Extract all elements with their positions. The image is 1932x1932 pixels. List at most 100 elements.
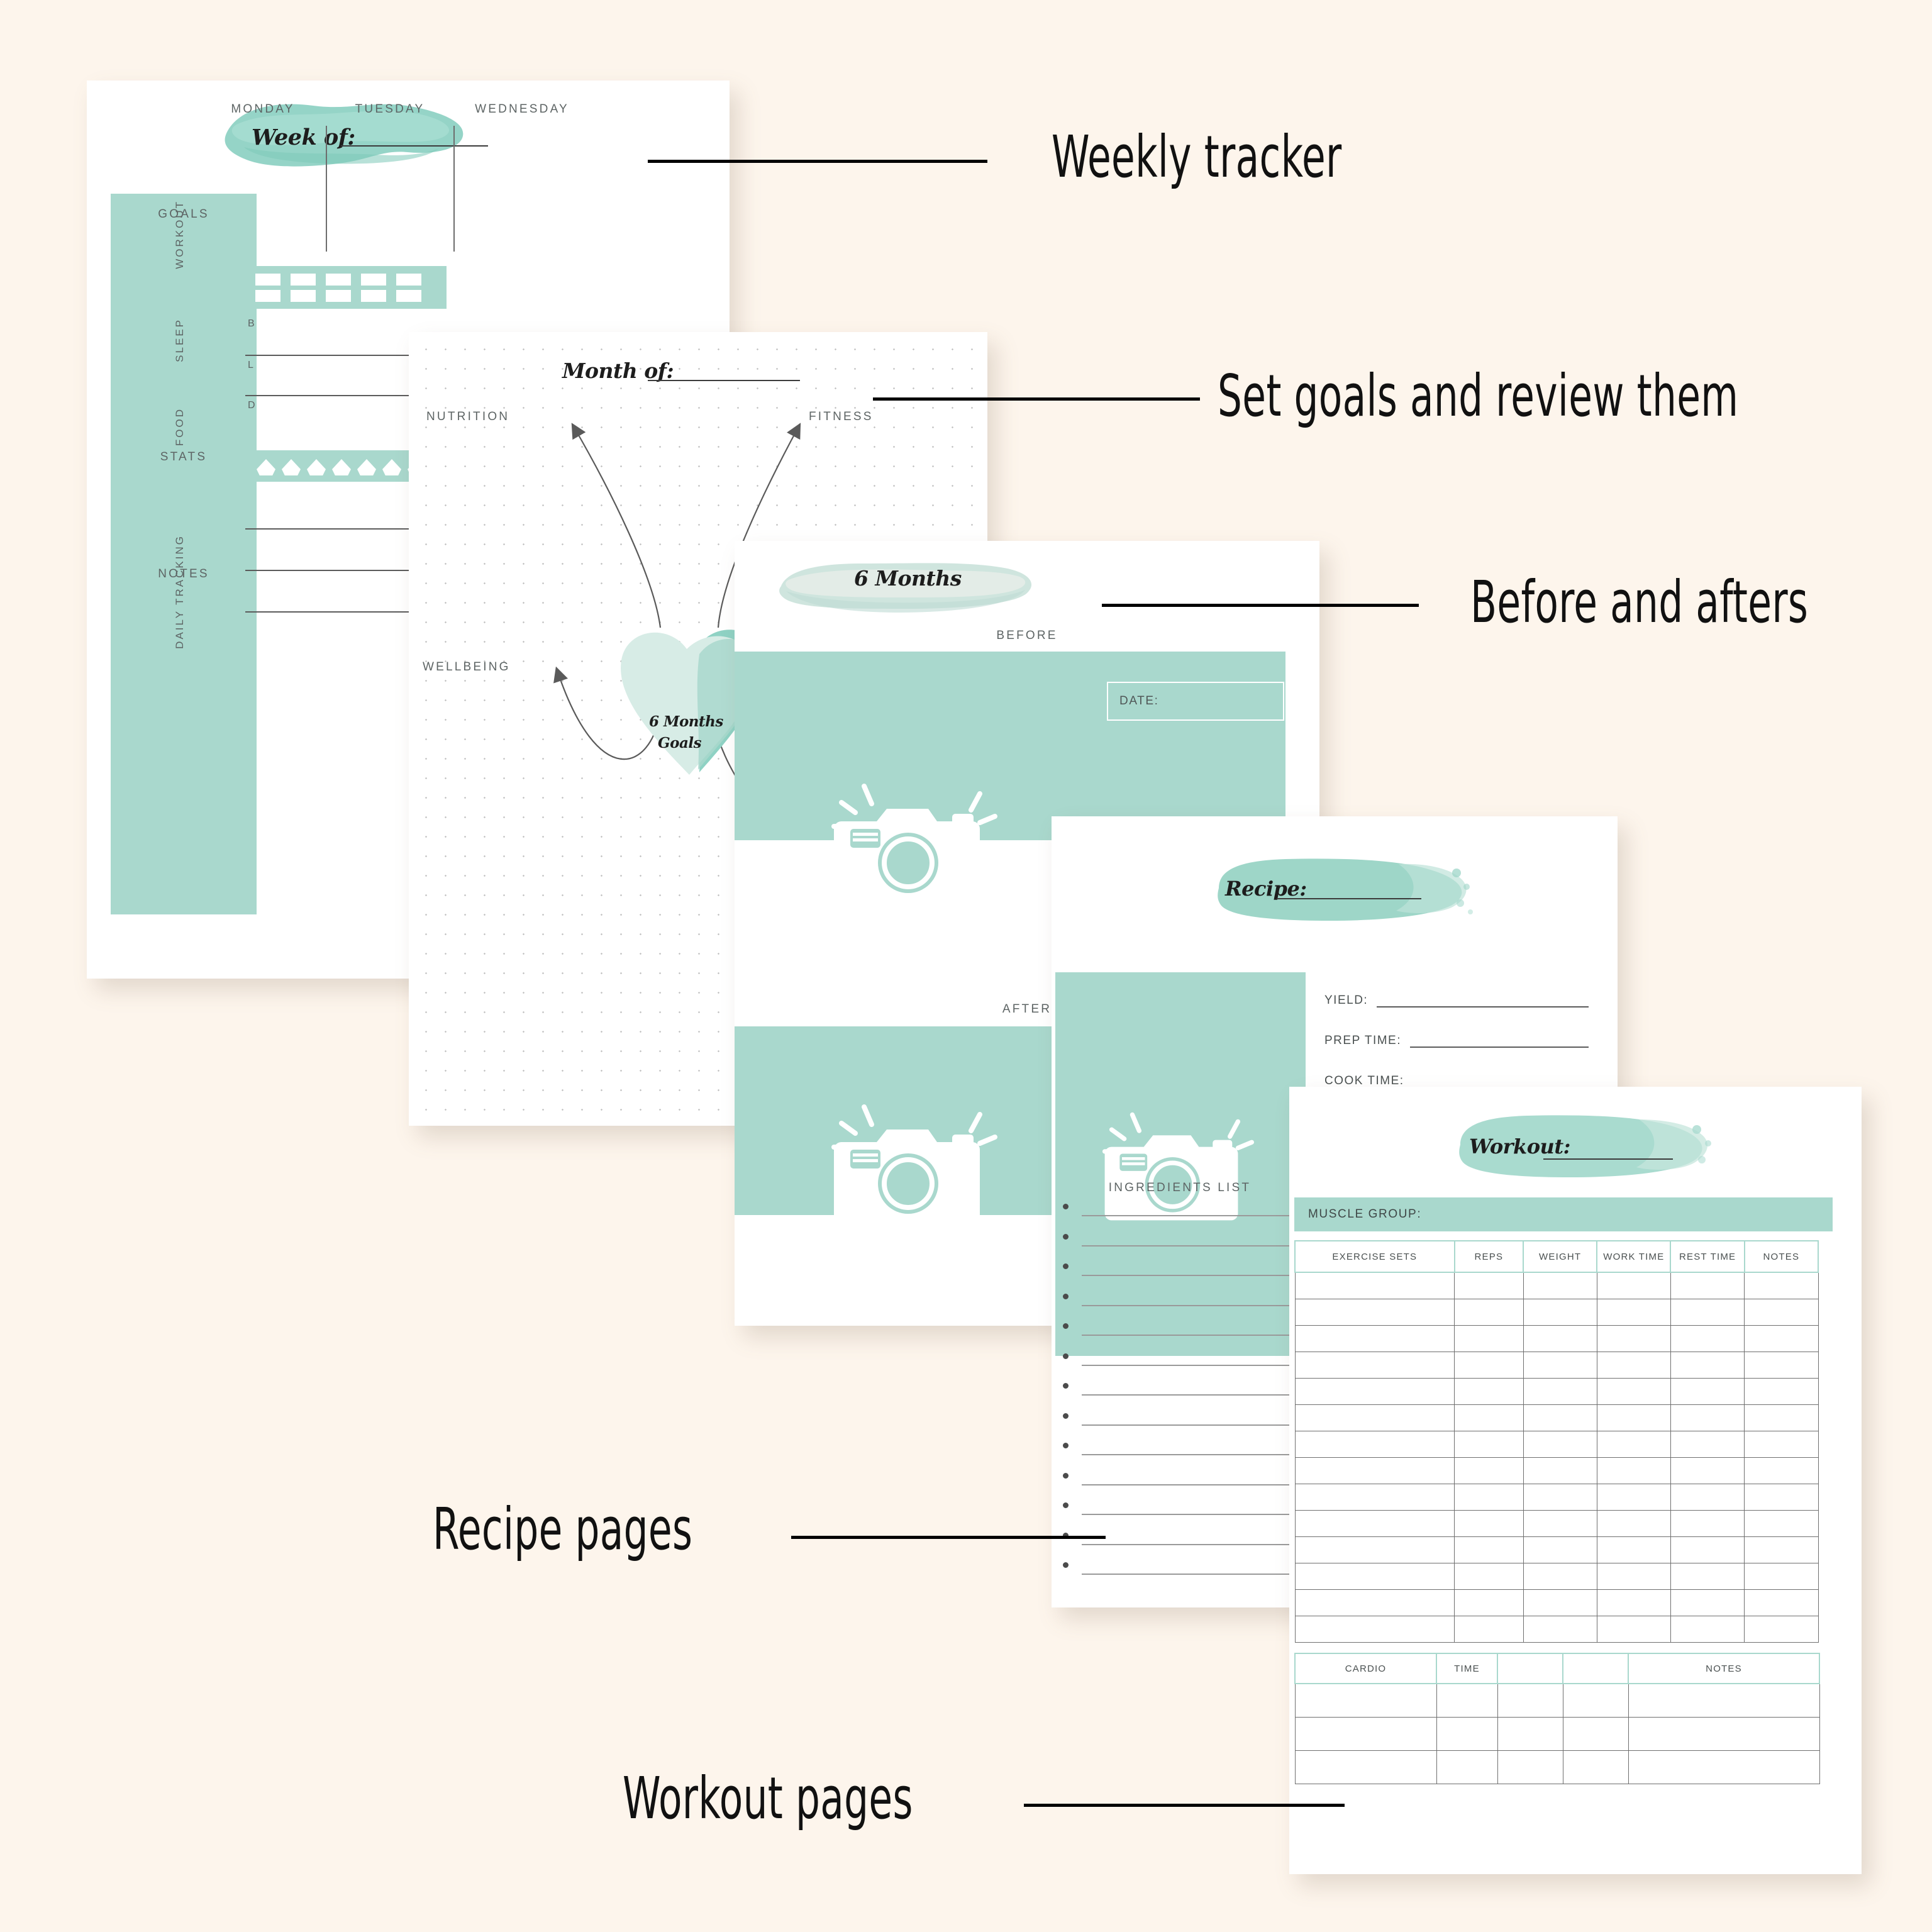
recipe-field-cook-time[interactable]: COOK TIME: bbox=[1324, 1074, 1589, 1088]
table-cell[interactable] bbox=[1294, 1750, 1437, 1784]
ingredient-line[interactable] bbox=[1082, 1454, 1296, 1456]
table-cell[interactable] bbox=[1670, 1272, 1745, 1299]
workout-name-blank[interactable] bbox=[1543, 1158, 1673, 1160]
table-cell[interactable] bbox=[1454, 1431, 1524, 1458]
table-row[interactable] bbox=[1294, 1325, 1819, 1352]
table-cell[interactable] bbox=[1294, 1378, 1455, 1405]
table-row[interactable] bbox=[1294, 1563, 1819, 1590]
table-cell[interactable] bbox=[1454, 1616, 1524, 1643]
table-cell[interactable] bbox=[1744, 1510, 1819, 1537]
table-row[interactable] bbox=[1294, 1750, 1820, 1784]
table-cell[interactable] bbox=[1523, 1404, 1597, 1431]
table-cell[interactable] bbox=[1596, 1272, 1671, 1299]
table-cell[interactable] bbox=[1744, 1457, 1819, 1484]
table-cell[interactable] bbox=[1523, 1378, 1597, 1405]
table-cell[interactable] bbox=[1436, 1750, 1498, 1784]
table-cell[interactable] bbox=[1294, 1272, 1455, 1299]
table-cell[interactable] bbox=[1294, 1589, 1455, 1616]
table-cell[interactable] bbox=[1523, 1325, 1597, 1352]
table-row[interactable] bbox=[1294, 1404, 1819, 1431]
ingredient-line[interactable] bbox=[1082, 1335, 1296, 1336]
sleep-tracker-band[interactable] bbox=[245, 266, 447, 309]
ingredient-line[interactable] bbox=[1082, 1304, 1296, 1306]
table-cell[interactable] bbox=[1454, 1536, 1524, 1563]
table-cell[interactable] bbox=[1562, 1683, 1629, 1718]
table-row[interactable] bbox=[1294, 1616, 1819, 1643]
table-cell[interactable] bbox=[1744, 1536, 1819, 1563]
recipe-field-yield[interactable]: YIELD: bbox=[1324, 994, 1589, 1008]
table-cell[interactable] bbox=[1454, 1563, 1524, 1590]
table-cell[interactable] bbox=[1294, 1510, 1455, 1537]
table-cell[interactable] bbox=[1294, 1431, 1455, 1458]
table-row[interactable] bbox=[1294, 1352, 1819, 1379]
table-cell[interactable] bbox=[1744, 1589, 1819, 1616]
table-cell[interactable] bbox=[1454, 1589, 1524, 1616]
table-cell[interactable] bbox=[1523, 1299, 1597, 1326]
table-cell[interactable] bbox=[1596, 1404, 1671, 1431]
table-cell[interactable] bbox=[1294, 1299, 1455, 1326]
exercise-table[interactable]: EXERCISE SETS REPS WEIGHT WORK TIME REST… bbox=[1294, 1240, 1819, 1643]
table-cell[interactable] bbox=[1596, 1325, 1671, 1352]
table-cell[interactable] bbox=[1436, 1683, 1498, 1718]
table-cell[interactable] bbox=[1454, 1325, 1524, 1352]
table-cell[interactable] bbox=[1670, 1616, 1745, 1643]
table-row[interactable] bbox=[1294, 1717, 1820, 1751]
table-cell[interactable] bbox=[1596, 1299, 1671, 1326]
table-cell[interactable] bbox=[1436, 1717, 1498, 1751]
table-cell[interactable] bbox=[1523, 1536, 1597, 1563]
ingredient-line[interactable] bbox=[1082, 1484, 1296, 1485]
ingredient-line[interactable] bbox=[1082, 1245, 1296, 1246]
table-cell[interactable] bbox=[1523, 1589, 1597, 1616]
table-cell[interactable] bbox=[1294, 1352, 1455, 1379]
table-cell[interactable] bbox=[1454, 1510, 1524, 1537]
table-cell[interactable] bbox=[1744, 1378, 1819, 1405]
table-cell[interactable] bbox=[1670, 1510, 1745, 1537]
table-cell[interactable] bbox=[1454, 1457, 1524, 1484]
table-cell[interactable] bbox=[1523, 1563, 1597, 1590]
table-cell[interactable] bbox=[1294, 1404, 1455, 1431]
recipe-name-blank[interactable] bbox=[1277, 898, 1421, 899]
table-cell[interactable] bbox=[1596, 1484, 1671, 1511]
table-cell[interactable] bbox=[1670, 1299, 1745, 1326]
table-row[interactable] bbox=[1294, 1299, 1819, 1326]
table-cell[interactable] bbox=[1523, 1272, 1597, 1299]
table-cell[interactable] bbox=[1628, 1717, 1820, 1751]
table-cell[interactable] bbox=[1562, 1717, 1629, 1751]
table-cell[interactable] bbox=[1744, 1325, 1819, 1352]
table-cell[interactable] bbox=[1744, 1352, 1819, 1379]
date-field[interactable]: DATE: bbox=[1107, 682, 1284, 721]
table-cell[interactable] bbox=[1294, 1717, 1437, 1751]
table-cell[interactable] bbox=[1744, 1563, 1819, 1590]
before-photo-placeholder[interactable]: DATE: bbox=[735, 652, 1285, 902]
table-cell[interactable] bbox=[1454, 1299, 1524, 1326]
ingredient-line[interactable] bbox=[1082, 1574, 1296, 1575]
table-cell[interactable] bbox=[1523, 1484, 1597, 1511]
table-cell[interactable] bbox=[1596, 1589, 1671, 1616]
table-cell[interactable] bbox=[1497, 1717, 1563, 1751]
table-cell[interactable] bbox=[1523, 1352, 1597, 1379]
table-row[interactable] bbox=[1294, 1457, 1819, 1484]
table-cell[interactable] bbox=[1454, 1272, 1524, 1299]
muscle-group-bar[interactable]: MUSCLE GROUP: bbox=[1294, 1197, 1833, 1231]
table-cell[interactable] bbox=[1294, 1325, 1455, 1352]
table-cell[interactable] bbox=[1596, 1431, 1671, 1458]
table-cell[interactable] bbox=[1670, 1484, 1745, 1511]
table-cell[interactable] bbox=[1670, 1563, 1745, 1590]
table-cell[interactable] bbox=[1596, 1563, 1671, 1590]
table-cell[interactable] bbox=[1744, 1272, 1819, 1299]
table-cell[interactable] bbox=[1294, 1457, 1455, 1484]
table-cell[interactable] bbox=[1523, 1457, 1597, 1484]
ingredient-line[interactable] bbox=[1082, 1514, 1296, 1516]
table-cell[interactable] bbox=[1294, 1683, 1437, 1718]
table-row[interactable] bbox=[1294, 1378, 1819, 1405]
table-cell[interactable] bbox=[1744, 1404, 1819, 1431]
table-cell[interactable] bbox=[1670, 1352, 1745, 1379]
table-cell[interactable] bbox=[1628, 1683, 1820, 1718]
table-cell[interactable] bbox=[1744, 1431, 1819, 1458]
table-cell[interactable] bbox=[1523, 1431, 1597, 1458]
table-cell[interactable] bbox=[1596, 1510, 1671, 1537]
table-cell[interactable] bbox=[1497, 1683, 1563, 1718]
table-cell[interactable] bbox=[1628, 1750, 1820, 1784]
table-cell[interactable] bbox=[1670, 1589, 1745, 1616]
table-cell[interactable] bbox=[1744, 1484, 1819, 1511]
